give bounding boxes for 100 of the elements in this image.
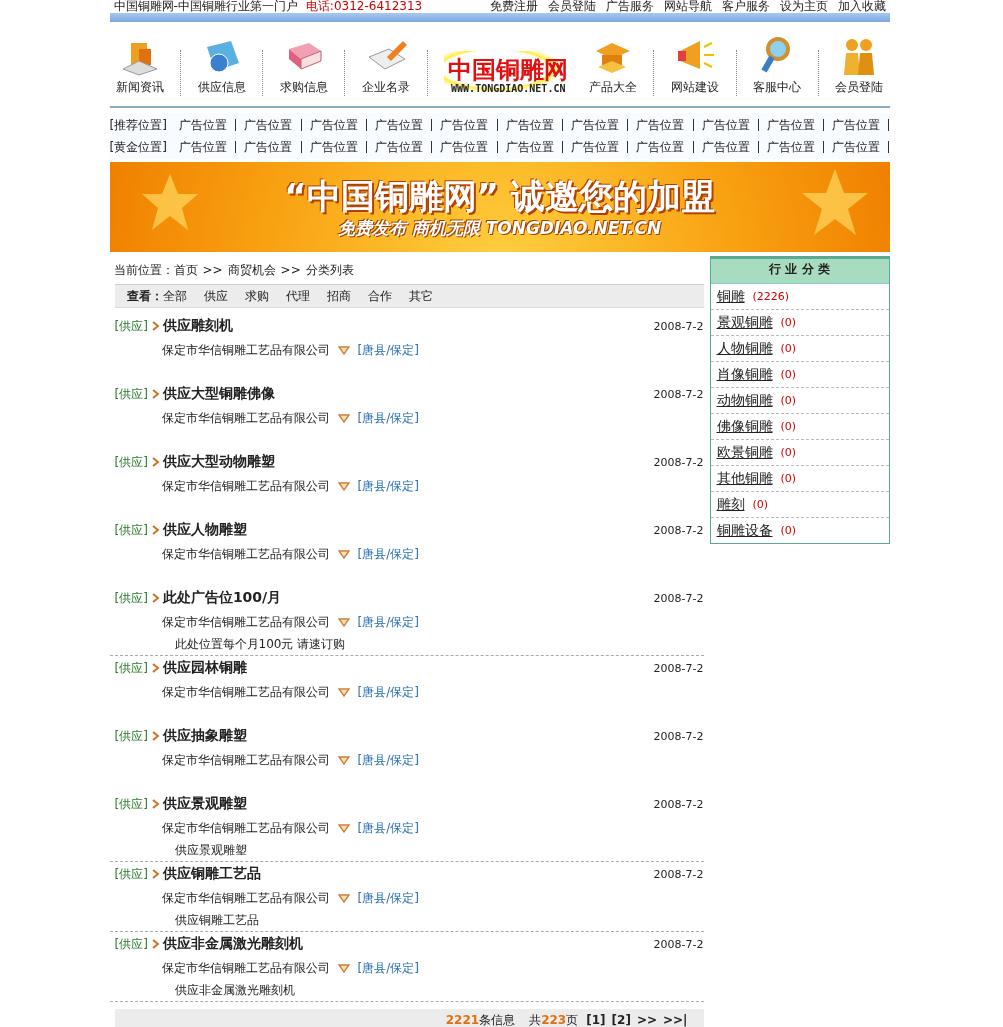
listing-title[interactable]: 供应铜雕工艺品 bbox=[162, 865, 654, 883]
listing-title[interactable]: 供应人物雕塑 bbox=[162, 521, 654, 539]
listing-title[interactable]: 供应园林铜雕 bbox=[162, 659, 654, 677]
company-link[interactable]: 保定市华信铜雕工艺品有限公司 bbox=[161, 477, 330, 495]
ad-slot-link[interactable]: 广告位置 bbox=[236, 119, 302, 131]
ad-slot-link[interactable]: 广告位置 bbox=[497, 119, 563, 131]
category-link[interactable]: 肖像铜雕 bbox=[716, 365, 773, 384]
filter-link[interactable]: 其它 bbox=[408, 285, 433, 307]
location-link[interactable]: [唐县/保定] bbox=[357, 613, 419, 631]
listing-date: 2008-7-2 bbox=[653, 455, 704, 469]
location-link[interactable]: [唐县/保定] bbox=[357, 889, 419, 907]
category-link[interactable]: 欧景铜雕 bbox=[716, 443, 773, 462]
nav-link[interactable]: 供应信息 bbox=[197, 35, 246, 96]
ad-slot-link[interactable]: 广告位置 bbox=[693, 141, 759, 153]
page-link[interactable]: >>| bbox=[663, 1009, 688, 1027]
ad-slot-link[interactable]: 广告位置 bbox=[366, 141, 433, 153]
nav-link[interactable]: 会员登陆 bbox=[835, 35, 884, 96]
category-link[interactable]: 人物铜雕 bbox=[716, 339, 773, 358]
breadcrumb-link[interactable]: 商贸机会 bbox=[227, 256, 276, 284]
page-link[interactable]: >> bbox=[636, 1009, 657, 1027]
top-link[interactable]: 广告服务 bbox=[605, 0, 654, 13]
listing-title[interactable]: 供应抽象雕塑 bbox=[162, 727, 654, 745]
listing-date: 2008-7-2 bbox=[653, 937, 704, 951]
company-link[interactable]: 保定市华信铜雕工艺品有限公司 bbox=[161, 889, 330, 907]
top-link[interactable]: 客户服务 bbox=[721, 0, 770, 13]
filter-link[interactable]: 供应 bbox=[203, 285, 228, 307]
company-link[interactable]: 保定市华信铜雕工艺品有限公司 bbox=[161, 751, 330, 769]
category-count: (0) bbox=[780, 342, 797, 355]
ad-slot-link[interactable]: 广告位置 bbox=[824, 119, 890, 131]
listing-title[interactable]: 此处广告位100/月 bbox=[162, 589, 654, 607]
category-link[interactable]: 其他铜雕 bbox=[716, 469, 773, 488]
ad-slot-link[interactable]: 广告位置 bbox=[693, 119, 759, 131]
company-link[interactable]: 保定市华信铜雕工艺品有限公司 bbox=[161, 409, 330, 427]
ad-slot-link[interactable]: 广告位置 bbox=[301, 119, 367, 131]
category-link[interactable]: 铜雕设备 bbox=[716, 521, 773, 540]
company-link[interactable]: 保定市华信铜雕工艺品有限公司 bbox=[161, 341, 330, 359]
top-link[interactable]: 免费注册 bbox=[489, 0, 538, 13]
listing-title[interactable]: 供应大型铜雕佛像 bbox=[162, 385, 654, 403]
category-link[interactable]: 雕刻 bbox=[716, 495, 745, 514]
category-link[interactable]: 佛像铜雕 bbox=[716, 417, 773, 436]
category-count: (0) bbox=[780, 394, 797, 407]
breadcrumb-label: 当前位置： bbox=[113, 262, 174, 279]
location-link[interactable]: [唐县/保定] bbox=[357, 751, 419, 769]
location-link[interactable]: [唐县/保定] bbox=[357, 341, 419, 359]
ad-slot-link[interactable]: 广告位置 bbox=[758, 141, 825, 153]
nav-link[interactable]: 企业名录 bbox=[362, 35, 411, 96]
ad-slot-link[interactable]: 广告位置 bbox=[236, 141, 302, 153]
location-link[interactable]: [唐县/保定] bbox=[357, 683, 419, 701]
nav-link[interactable]: 求购信息 bbox=[279, 35, 328, 96]
listing-title[interactable]: 供应大型动物雕塑 bbox=[162, 453, 654, 471]
ad-slot-link[interactable]: 广告位置 bbox=[628, 119, 694, 131]
nav-link[interactable]: 客服中心 bbox=[753, 35, 802, 96]
category-link[interactable]: 景观铜雕 bbox=[716, 313, 773, 332]
breadcrumb-link[interactable]: 首页 bbox=[173, 256, 198, 284]
listing-title[interactable]: 供应雕刻机 bbox=[162, 317, 654, 335]
ad-slot-link[interactable]: 广告位置 bbox=[170, 141, 237, 153]
category-link[interactable]: 动物铜雕 bbox=[716, 391, 773, 410]
ad-slot-link[interactable]: 广告位置 bbox=[562, 141, 629, 153]
ad-slot-link[interactable]: 广告位置 bbox=[497, 141, 563, 153]
breadcrumb-link[interactable]: 分类列表 bbox=[305, 256, 354, 284]
ad-slot-link[interactable]: 广告位置 bbox=[170, 119, 237, 131]
location-link[interactable]: [唐县/保定] bbox=[357, 959, 419, 977]
company-link[interactable]: 保定市华信铜雕工艺品有限公司 bbox=[161, 959, 330, 977]
company-link[interactable]: 保定市华信铜雕工艺品有限公司 bbox=[161, 545, 330, 563]
location-link[interactable]: [唐县/保定] bbox=[357, 409, 419, 427]
location-link[interactable]: [唐县/保定] bbox=[357, 477, 419, 495]
listing-description: 供应景观雕塑 bbox=[173, 842, 248, 859]
ad-slot-link[interactable]: 广告位置 bbox=[432, 141, 498, 153]
page-link[interactable]: [2] bbox=[611, 1009, 631, 1027]
nav-link[interactable]: 新闻资讯 bbox=[115, 35, 164, 96]
ad-slot-link[interactable]: 广告位置 bbox=[628, 141, 694, 153]
top-link[interactable]: 设为主页 bbox=[779, 0, 828, 13]
listing-type: [供应] bbox=[114, 453, 148, 471]
nav-link[interactable]: 网站建设 bbox=[671, 35, 720, 96]
top-link[interactable]: 网站导航 bbox=[663, 0, 712, 13]
filter-link[interactable]: 求购 bbox=[244, 285, 269, 307]
ad-slot-link[interactable]: 广告位置 bbox=[432, 119, 498, 131]
ad-slot-link[interactable]: 广告位置 bbox=[824, 141, 890, 153]
top-link[interactable]: 加入收藏 bbox=[837, 0, 886, 13]
ad-slot-link[interactable]: 广告位置 bbox=[562, 119, 629, 131]
company-link[interactable]: 保定市华信铜雕工艺品有限公司 bbox=[161, 613, 330, 631]
listing-date: 2008-7-2 bbox=[653, 867, 704, 881]
listing-date: 2008-7-2 bbox=[653, 387, 704, 401]
location-link[interactable]: [唐县/保定] bbox=[357, 545, 419, 563]
company-link[interactable]: 保定市华信铜雕工艺品有限公司 bbox=[161, 819, 330, 837]
ad-slot-link[interactable]: 广告位置 bbox=[758, 119, 825, 131]
top-link[interactable]: 会员登陆 bbox=[547, 0, 596, 13]
filter-link[interactable]: 合作 bbox=[367, 285, 392, 307]
nav-link[interactable]: 产品大全 bbox=[588, 35, 637, 96]
location-link[interactable]: [唐县/保定] bbox=[357, 819, 419, 837]
filter-link[interactable]: 全部 bbox=[162, 285, 187, 307]
page-link[interactable]: [1] bbox=[586, 1009, 606, 1027]
ad-slot-link[interactable]: 广告位置 bbox=[301, 141, 367, 153]
listing-title[interactable]: 供应景观雕塑 bbox=[162, 795, 654, 813]
category-link[interactable]: 铜雕 bbox=[716, 287, 745, 306]
filter-link[interactable]: 代理 bbox=[285, 285, 310, 307]
company-link[interactable]: 保定市华信铜雕工艺品有限公司 bbox=[161, 683, 330, 701]
listing-title[interactable]: 供应非金属激光雕刻机 bbox=[162, 935, 654, 953]
filter-link[interactable]: 招商 bbox=[326, 285, 351, 307]
ad-slot-link[interactable]: 广告位置 bbox=[366, 119, 433, 131]
